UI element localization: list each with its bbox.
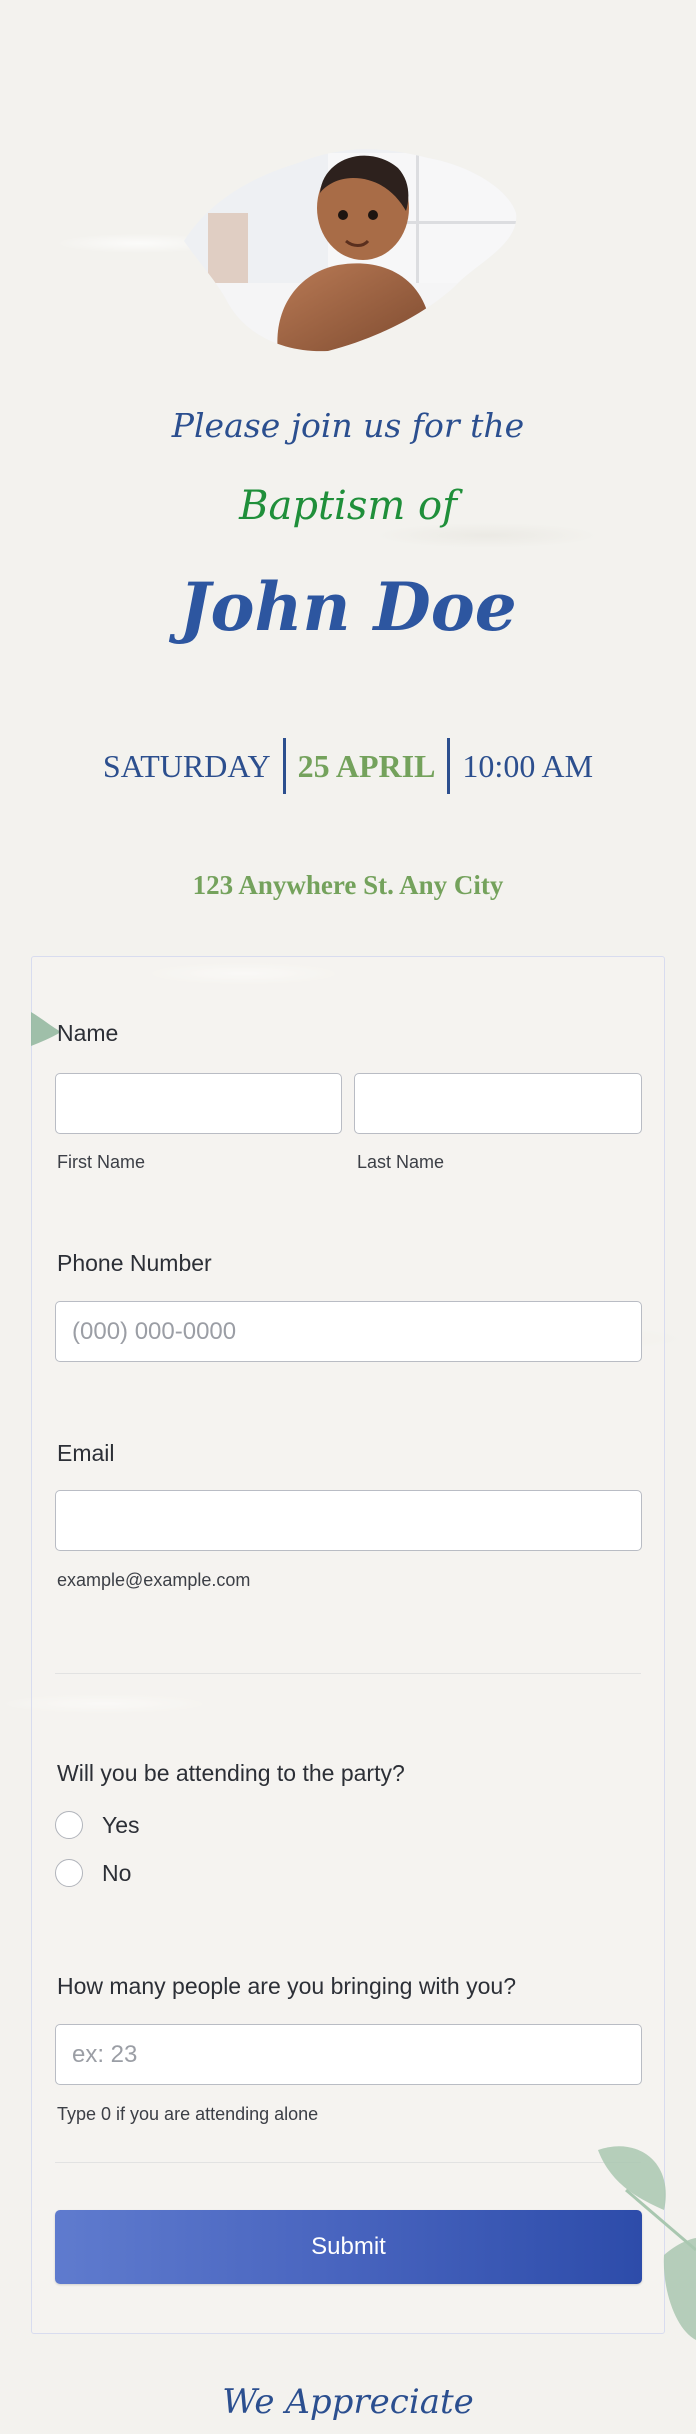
first-name-input[interactable]: [55, 1073, 342, 1134]
event-day: SATURDAY: [102, 748, 271, 784]
leaf-decoration-icon: [596, 2140, 696, 2340]
radio-button[interactable]: [55, 1859, 83, 1887]
honoree-name: John Doe: [179, 568, 517, 646]
submit-button[interactable]: Submit: [55, 2210, 642, 2284]
email-input[interactable]: [55, 1490, 642, 1551]
first-name-sublabel: First Name: [57, 1152, 146, 1172]
baby-photo: [178, 133, 520, 353]
last-name-sublabel: Last Name: [357, 1152, 445, 1172]
attending-label: Will you be attending to the party?: [57, 1760, 405, 1786]
event-address: 123 Anywhere St. Any City: [192, 870, 504, 900]
radio-option-yes[interactable]: Yes: [55, 1811, 140, 1839]
phone-input[interactable]: [55, 1301, 642, 1362]
email-label: Email: [57, 1440, 115, 1466]
radio-label-yes: Yes: [102, 1811, 140, 1838]
section-divider: [55, 2162, 641, 2163]
radio-button[interactable]: [55, 1811, 83, 1839]
event-date: 25 APRIL: [297, 748, 436, 784]
last-name-input[interactable]: [354, 1073, 642, 1134]
phone-label: Phone Number: [57, 1250, 212, 1276]
radio-label-no: No: [102, 1859, 132, 1886]
email-sublabel: example@example.com: [57, 1570, 251, 1590]
invite-line: Please join us for the: [171, 406, 525, 445]
name-label: Name: [57, 1020, 119, 1046]
section-divider: [55, 1673, 641, 1674]
guests-sublabel: Type 0 if you are attending alone: [57, 2104, 319, 2124]
event-date-row: SATURDAY 25 APRIL 10:00 AM: [0, 738, 696, 794]
radio-option-no[interactable]: No: [55, 1859, 131, 1887]
closing-message: We Appreciate: [222, 2382, 474, 2422]
guests-count-input[interactable]: [55, 2024, 642, 2085]
guests-label: How many people are you bringing with yo…: [57, 1973, 516, 1999]
event-type: Baptism of: [239, 483, 457, 529]
event-time: 10:00 AM: [462, 748, 594, 784]
